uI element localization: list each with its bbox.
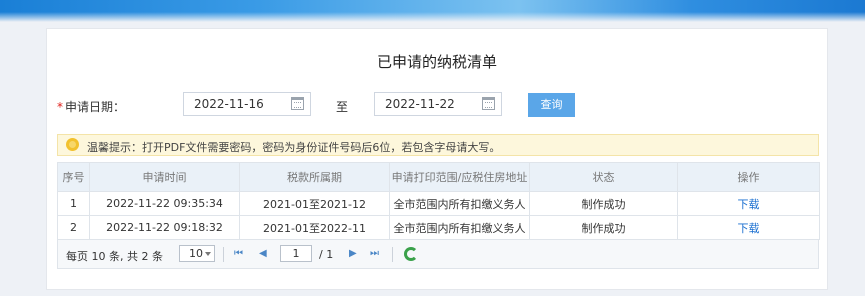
cell-index: 2	[57, 215, 90, 240]
col-header-status: 状态	[529, 162, 678, 192]
next-page-icon[interactable]: ▶	[349, 248, 357, 259]
table-row: 2 2022-11-22 09:18:32 2021-01至2022-11 全市…	[57, 215, 820, 240]
smile-icon	[66, 138, 79, 151]
col-header-index: 序号	[57, 162, 90, 192]
cell-scope: 全市范围内所有扣缴义务人	[389, 191, 530, 216]
cell-action: 下载	[677, 191, 820, 216]
download-link[interactable]: 下载	[738, 198, 760, 211]
total-pages: / 1	[319, 248, 334, 261]
calendar-icon[interactable]	[482, 97, 495, 110]
current-page-input[interactable]: 1	[280, 245, 312, 262]
table-row: 1 2022-11-22 09:35:34 2021-01至2021-12 全市…	[57, 191, 820, 216]
divider	[392, 247, 393, 262]
last-page-icon[interactable]: ⏭	[370, 248, 379, 259]
query-button[interactable]: 查询	[528, 93, 575, 117]
start-date-value: 2022-11-16	[194, 97, 264, 111]
tip-banner: 温馨提示：打开PDF文件需要密码，密码为身份证件号码后6位，若包含字母请大写。	[57, 134, 819, 156]
date-label: * 申请日期：	[57, 98, 125, 115]
divider	[223, 247, 224, 262]
cell-apply-time: 2022-11-22 09:35:34	[89, 191, 240, 216]
table-header-row: 序号 申请时间 税款所属期 申请打印范围/应税住房地址 状态 操作	[57, 162, 820, 192]
cell-scope: 全市范围内所有扣缴义务人	[389, 215, 530, 240]
top-banner	[0, 0, 865, 22]
cell-status: 制作成功	[529, 191, 678, 216]
tip-text: 温馨提示：打开PDF文件需要密码，密码为身份证件号码后6位，若包含字母请大写。	[87, 141, 501, 154]
cell-tax-period: 2021-01至2021-12	[239, 191, 390, 216]
refresh-icon[interactable]	[404, 247, 418, 261]
first-page-icon[interactable]: ⏮	[234, 248, 243, 259]
download-link[interactable]: 下载	[738, 222, 760, 235]
end-date-input[interactable]: 2022-11-22	[374, 92, 502, 116]
calendar-icon[interactable]	[291, 97, 304, 110]
pagination-bar: 每页 10 条, 共 2 条 10 ⏮ ◀ 1 / 1 ▶ ⏭	[57, 240, 819, 269]
col-header-scope: 申请打印范围/应税住房地址	[389, 162, 530, 192]
cell-index: 1	[57, 191, 90, 216]
page-size-select[interactable]: 10	[179, 245, 215, 262]
prev-page-icon[interactable]: ◀	[259, 248, 267, 259]
cell-apply-time: 2022-11-22 09:18:32	[89, 215, 240, 240]
chevron-down-icon	[205, 252, 211, 256]
date-label-text: 申请日期：	[65, 100, 126, 114]
page-size-value: 10	[189, 247, 203, 260]
cell-tax-period: 2021-01至2022-11	[239, 215, 390, 240]
tax-list-table: 序号 申请时间 税款所属期 申请打印范围/应税住房地址 状态 操作 1 2022…	[57, 162, 820, 240]
col-header-apply-time: 申请时间	[89, 162, 240, 192]
col-header-action: 操作	[677, 162, 820, 192]
start-date-input[interactable]: 2022-11-16	[183, 92, 311, 116]
col-header-tax-period: 税款所属期	[239, 162, 390, 192]
to-label: 至	[336, 100, 349, 114]
end-date-value: 2022-11-22	[385, 97, 455, 111]
cell-status: 制作成功	[529, 215, 678, 240]
cell-action: 下载	[677, 215, 820, 240]
pagination-info: 每页 10 条, 共 2 条	[66, 250, 163, 263]
tax-list-panel: 已申请的纳税清单 * 申请日期： 2022-11-16 至 2022-11-22 …	[46, 28, 828, 290]
page-title: 已申请的纳税清单	[376, 53, 497, 71]
required-mark: *	[57, 100, 63, 114]
